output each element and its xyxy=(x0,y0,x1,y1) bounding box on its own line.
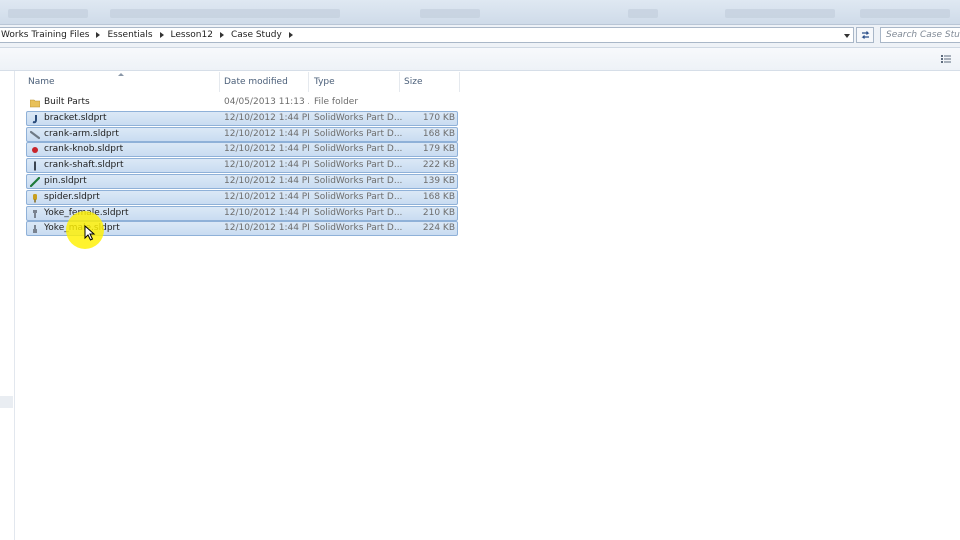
toolbar-blur xyxy=(420,9,480,18)
mouse-pointer-icon xyxy=(84,225,96,241)
breadcrumb-separator-icon[interactable] xyxy=(159,32,164,38)
file-type: SolidWorks Part D... xyxy=(314,144,402,155)
crank-arm-part-icon xyxy=(30,130,40,139)
command-toolbar xyxy=(0,48,960,71)
file-type: SolidWorks Part D... xyxy=(314,223,402,234)
file-date-modified: 12/10/2012 1:44 PM xyxy=(224,128,309,139)
breadcrumb-essentials[interactable]: Essentials xyxy=(106,27,153,43)
file-type: SolidWorks Part D... xyxy=(314,160,402,171)
file-name: Built Parts xyxy=(44,97,90,107)
file-type: SolidWorks Part D... xyxy=(314,128,402,139)
file-type: SolidWorks Part D... xyxy=(314,207,402,218)
breadcrumb-case-study[interactable]: Case Study xyxy=(230,27,283,43)
refresh-button[interactable] xyxy=(856,27,874,43)
breadcrumb-separator-icon[interactable] xyxy=(219,32,224,38)
list-item[interactable]: spider.sldprt 12/10/2012 1:44 PM SolidWo… xyxy=(26,189,458,205)
file-name: pin.sldprt xyxy=(44,175,87,186)
crank-shaft-part-icon xyxy=(34,161,36,171)
file-type: File folder xyxy=(314,97,359,107)
spider-part-icon xyxy=(33,193,37,203)
refresh-icon xyxy=(861,31,869,39)
navigation-pane-scroll[interactable] xyxy=(0,396,13,408)
file-date-modified: 12/10/2012 1:44 PM xyxy=(224,175,309,186)
file-size: 224 KB xyxy=(422,223,455,234)
list-item[interactable]: crank-arm.sldprt 12/10/2012 1:44 PM Soli… xyxy=(26,126,458,142)
file-size xyxy=(407,96,455,109)
breadcrumb-separator-icon[interactable] xyxy=(96,32,101,38)
search-input[interactable]: Search Case Study xyxy=(880,27,960,43)
sort-ascending-icon xyxy=(118,73,124,76)
column-header-date-modified[interactable]: Date modified xyxy=(219,72,309,92)
file-date-modified: 12/10/2012 1:44 PM xyxy=(224,191,309,202)
file-size: 168 KB xyxy=(422,191,455,202)
file-name: spider.sldprt xyxy=(44,191,100,202)
file-date-modified: 04/05/2013 11:13 ... xyxy=(224,97,309,107)
breadcrumb-lesson12[interactable]: Lesson12 xyxy=(170,27,214,43)
file-size: 170 KB xyxy=(422,112,455,123)
title-blur xyxy=(628,9,658,18)
menu-bar-blur xyxy=(110,9,340,18)
file-type: SolidWorks Part D... xyxy=(314,112,402,123)
file-type: SolidWorks Part D... xyxy=(314,175,402,186)
file-name: crank-knob.sldprt xyxy=(44,144,124,155)
file-date-modified: 12/10/2012 1:44 PM xyxy=(224,207,309,218)
file-date-modified: 12/10/2012 1:44 PM xyxy=(224,112,309,123)
file-size: 139 KB xyxy=(422,175,455,186)
title-bar-blur xyxy=(8,9,88,18)
window-title-bar xyxy=(0,0,960,25)
column-header-size[interactable]: Size xyxy=(399,72,460,92)
window-controls-blur xyxy=(860,9,950,18)
address-history-dropdown-icon[interactable] xyxy=(844,34,850,38)
file-type: SolidWorks Part D... xyxy=(314,191,402,202)
yoke-male-part-icon xyxy=(33,225,37,234)
file-size: 168 KB xyxy=(422,128,455,139)
file-size: 179 KB xyxy=(422,144,455,155)
file-name: bracket.sldprt xyxy=(44,112,107,123)
file-name: crank-shaft.sldprt xyxy=(44,160,124,171)
breadcrumb-training-files[interactable]: Works Training Files xyxy=(0,27,90,43)
pin-part-icon xyxy=(30,176,40,187)
file-name: crank-arm.sldprt xyxy=(44,128,119,139)
list-item[interactable]: Built Parts 04/05/2013 11:13 ... File fo… xyxy=(26,95,458,110)
help-search-blur xyxy=(725,9,835,18)
list-item[interactable]: crank-knob.sldprt 12/10/2012 1:44 PM Sol… xyxy=(26,142,458,158)
file-date-modified: 12/10/2012 1:44 PM xyxy=(224,144,309,155)
address-bar-row: Works Training Files Essentials Lesson12… xyxy=(0,25,960,48)
address-bar[interactable]: Works Training Files Essentials Lesson12… xyxy=(0,27,854,43)
file-size: 210 KB xyxy=(422,207,455,218)
yoke-female-part-icon xyxy=(33,209,37,218)
list-item[interactable]: pin.sldprt 12/10/2012 1:44 PM SolidWorks… xyxy=(26,173,458,189)
bracket-part-icon xyxy=(32,114,37,124)
crank-knob-part-icon xyxy=(32,147,38,154)
list-item[interactable]: bracket.sldprt 12/10/2012 1:44 PM SolidW… xyxy=(26,110,458,126)
list-item[interactable]: crank-shaft.sldprt 12/10/2012 1:44 PM So… xyxy=(26,158,458,174)
column-header-type[interactable]: Type xyxy=(309,72,400,92)
breadcrumb-separator-icon[interactable] xyxy=(288,32,293,38)
folder-icon xyxy=(30,99,40,108)
change-view-icon[interactable] xyxy=(941,55,951,63)
navigation-pane[interactable] xyxy=(0,71,15,540)
file-date-modified: 12/10/2012 1:44 PM xyxy=(224,223,309,234)
file-date-modified: 12/10/2012 1:44 PM xyxy=(224,160,309,171)
file-size: 222 KB xyxy=(422,160,455,171)
